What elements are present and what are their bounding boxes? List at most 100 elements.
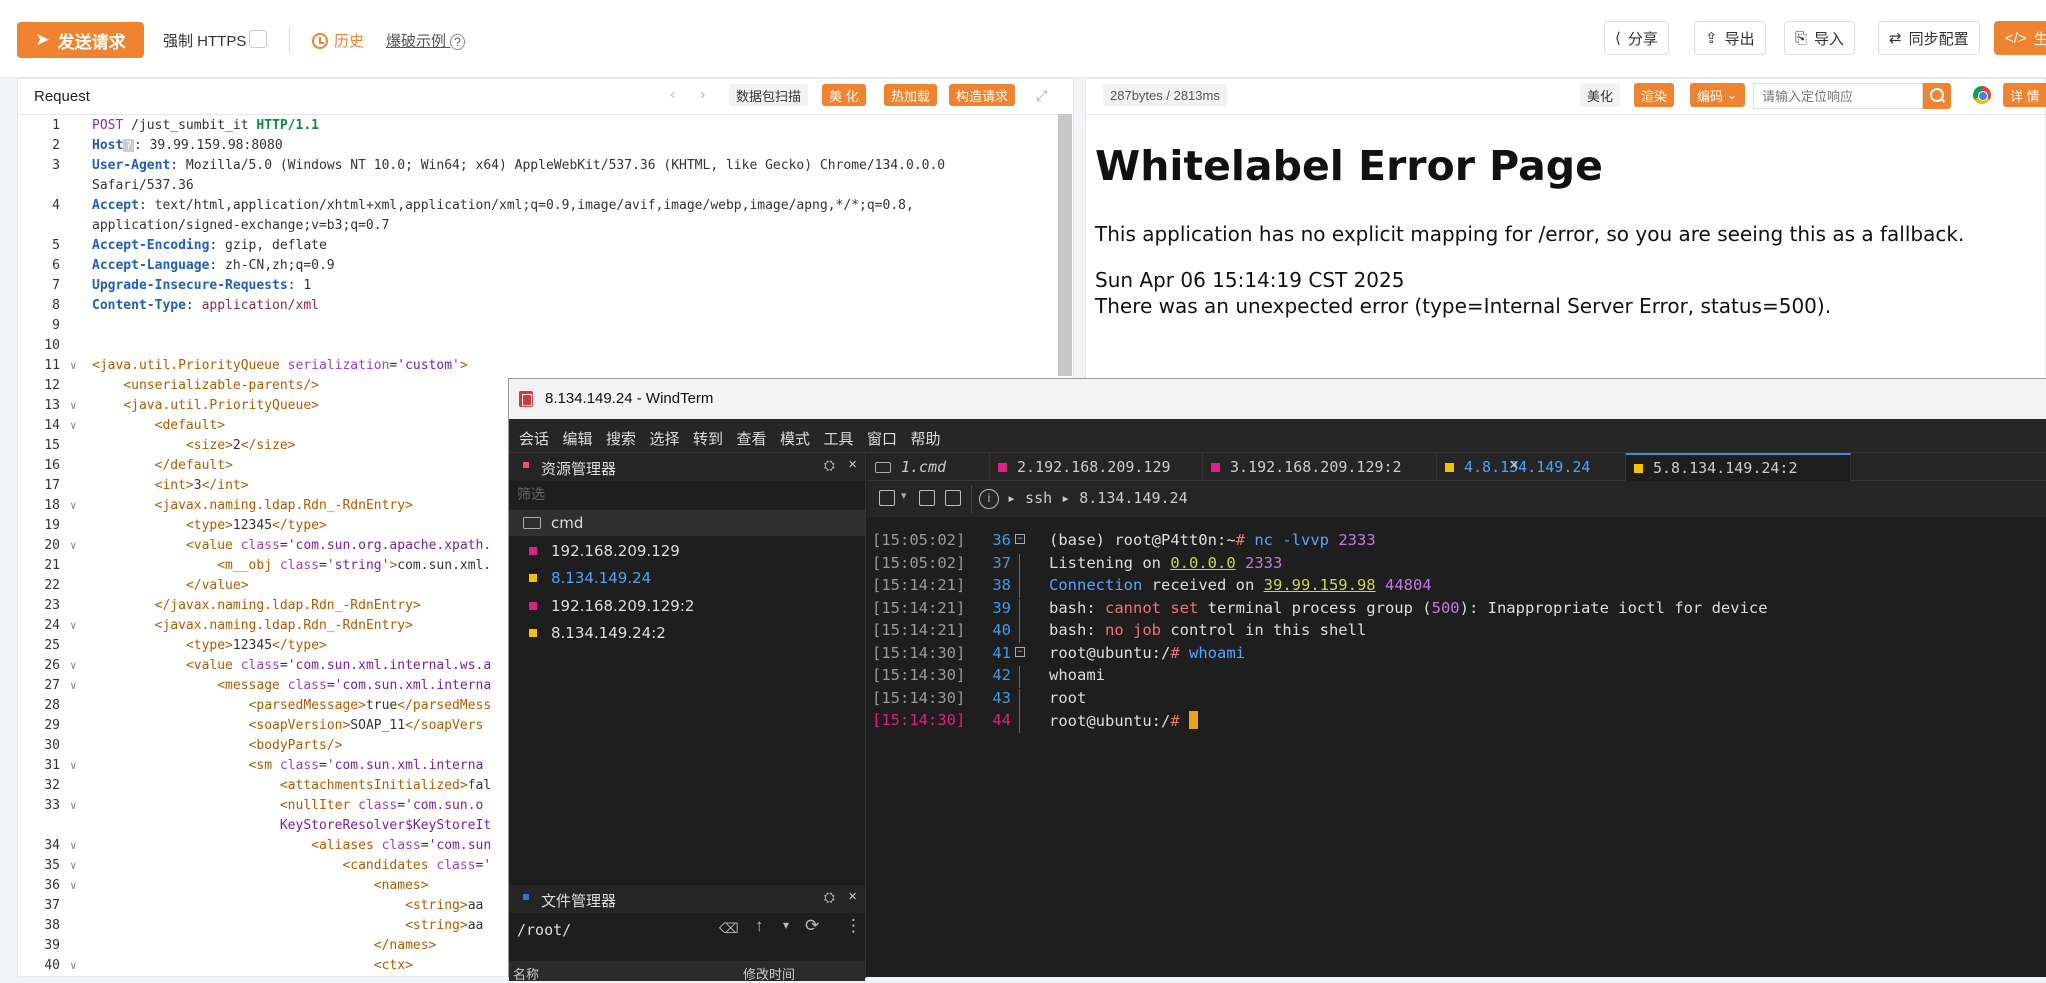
detail-button[interactable]: 详 情 bbox=[2003, 83, 2046, 107]
refresh-icon[interactable]: ⟳ bbox=[805, 916, 819, 936]
beautify-button[interactable]: 美 化 bbox=[822, 84, 866, 106]
fold-toggle-icon[interactable]: ∨ bbox=[70, 879, 77, 892]
session-item[interactable]: 8.134.149.24 bbox=[509, 565, 865, 591]
dropdown-icon[interactable]: ▾ bbox=[783, 918, 789, 932]
send-request-button[interactable]: ➤ 发送请求 bbox=[17, 22, 144, 58]
gear-icon[interactable]: ⛭ bbox=[824, 457, 835, 474]
session-item[interactable]: cmd bbox=[509, 510, 865, 536]
close-tab-icon[interactable]: × bbox=[1509, 455, 1519, 475]
tab-label: 2.192.168.209.129 bbox=[1017, 458, 1171, 476]
code-line: </names> bbox=[373, 938, 437, 953]
session-tab[interactable]: 5.8.134.149.24:2 bbox=[1626, 453, 1851, 481]
menu-item[interactable]: 查看 bbox=[737, 428, 767, 449]
close-session-icon[interactable] bbox=[919, 490, 935, 506]
line-number: 13 bbox=[44, 398, 60, 413]
clear-icon[interactable]: ⌫ bbox=[719, 920, 739, 937]
info-icon[interactable]: i bbox=[979, 489, 999, 509]
fold-toggle-icon[interactable]: ∨ bbox=[70, 759, 77, 772]
import-button[interactable]: ⎘ 导入 bbox=[1784, 21, 1856, 55]
fold-guide bbox=[1019, 553, 1020, 576]
response-beautify-button[interactable]: 美化 bbox=[1580, 83, 1621, 107]
new-session-icon[interactable] bbox=[879, 490, 895, 506]
close-icon[interactable]: × bbox=[848, 888, 857, 905]
dropdown-icon[interactable]: ▾ bbox=[901, 489, 907, 502]
response-search-input[interactable] bbox=[1753, 83, 1923, 109]
help-icon: ? bbox=[450, 34, 465, 50]
history-button[interactable]: 历史 bbox=[312, 30, 364, 51]
menu-item[interactable]: 工具 bbox=[824, 428, 854, 449]
encoding-dropdown[interactable]: 编码 ⌄ bbox=[1690, 83, 1745, 107]
line-number: 40 bbox=[44, 958, 60, 973]
session-tab[interactable]: 1.cmd bbox=[867, 453, 990, 481]
fold-toggle-icon[interactable]: ∨ bbox=[70, 399, 77, 412]
fold-toggle-icon[interactable]: ∨ bbox=[70, 679, 77, 692]
fold-toggle-icon[interactable]: ∨ bbox=[70, 419, 77, 432]
menu-item[interactable]: 搜索 bbox=[606, 428, 636, 449]
fold-toggle-icon[interactable]: ∨ bbox=[70, 859, 77, 872]
generate-button[interactable]: </> 生 bbox=[1994, 21, 2046, 55]
sync-config-button[interactable]: ⇄ 同步配置 bbox=[1878, 21, 1980, 55]
build-request-button[interactable]: 构造请求 bbox=[949, 84, 1016, 106]
hotload-button[interactable]: 热加载 bbox=[884, 84, 938, 106]
fold-toggle-icon[interactable]: − bbox=[1015, 534, 1025, 544]
menu-item[interactable]: 帮助 bbox=[911, 428, 941, 449]
fold-toggle-icon[interactable]: ∨ bbox=[70, 659, 77, 672]
menu-item[interactable]: 选择 bbox=[650, 428, 680, 449]
timestamp: [15:05:02] bbox=[872, 553, 966, 572]
fold-toggle-icon[interactable]: ∨ bbox=[70, 359, 77, 372]
packet-scan-button[interactable]: 数据包扫描 bbox=[729, 84, 809, 106]
session-item[interactable]: 192.168.209.129 bbox=[509, 538, 865, 564]
menu-item[interactable]: 编辑 bbox=[563, 428, 593, 449]
windterm-titlebar[interactable]: 8.134.149.24 - WindTerm bbox=[509, 379, 2046, 419]
export-button[interactable]: ⇪ 导出 bbox=[1694, 21, 1766, 55]
code-line: Content-Type: application/xml bbox=[92, 298, 319, 313]
fold-toggle-icon[interactable]: ∨ bbox=[70, 799, 77, 812]
brute-example-link[interactable]: 爆破示例 ? bbox=[386, 30, 465, 51]
menu-item[interactable]: 模式 bbox=[780, 428, 810, 449]
fold-toggle-icon[interactable]: ∨ bbox=[70, 539, 77, 552]
up-arrow-icon[interactable]: ↑ bbox=[755, 916, 764, 936]
session-filter-input[interactable]: 筛选 bbox=[517, 484, 545, 504]
fold-guide bbox=[1019, 576, 1020, 598]
force-https-checkbox[interactable] bbox=[249, 30, 267, 48]
chrome-icon[interactable] bbox=[1973, 86, 1991, 104]
session-tab[interactable]: 2.192.168.209.129 bbox=[990, 453, 1203, 481]
terminal-output[interactable]: [15:05:02] 36− (base) root@P4tt0n:~# nc -l… bbox=[867, 529, 2046, 977]
session-item[interactable]: 8.134.149.24:2 bbox=[509, 620, 865, 646]
session-item[interactable]: 192.168.209.129:2 bbox=[509, 593, 865, 619]
prev-arrow-icon[interactable]: ‹ bbox=[670, 86, 675, 104]
render-button[interactable]: 渲染 bbox=[1634, 83, 1675, 107]
gear-icon[interactable]: ⛭ bbox=[824, 889, 835, 906]
fullscreen-icon[interactable]: ⤢ bbox=[1036, 87, 1047, 104]
search-icon[interactable] bbox=[1923, 83, 1951, 109]
code-line: <string>aa bbox=[405, 918, 484, 933]
code-line: <value class='com.sun.org.apache.xpath. bbox=[185, 538, 492, 553]
share-button[interactable]: ⟨ 分享 bbox=[1604, 21, 1669, 55]
line-number: 38 bbox=[44, 918, 60, 933]
code-line: <names> bbox=[373, 878, 429, 893]
line-number: 32 bbox=[44, 778, 60, 793]
close-icon[interactable]: × bbox=[848, 456, 857, 473]
fold-toggle-icon[interactable]: ∨ bbox=[70, 839, 77, 852]
request-scrollbar[interactable] bbox=[1058, 114, 1072, 376]
fold-toggle-icon[interactable]: ∨ bbox=[70, 619, 77, 632]
line-number: 10 bbox=[44, 338, 60, 353]
session-tab[interactable]: 3.192.168.209.129:2 bbox=[1203, 453, 1437, 481]
file-manager-path[interactable]: /root/ bbox=[517, 921, 571, 939]
share-icon: ⟨ bbox=[1615, 30, 1621, 47]
fold-toggle-icon[interactable]: ∨ bbox=[70, 959, 77, 972]
session-label: 192.168.209.129 bbox=[551, 541, 680, 560]
menu-item[interactable]: 转到 bbox=[693, 428, 723, 449]
tab-label: 1.cmd bbox=[901, 458, 947, 476]
menu-item[interactable]: 窗口 bbox=[867, 428, 897, 449]
fold-toggle-icon[interactable]: ∨ bbox=[70, 499, 77, 512]
file-manager-header: 文件管理器 ⛭ × bbox=[509, 885, 865, 913]
menu-item[interactable]: 会话 bbox=[519, 428, 549, 449]
code-line: </value> bbox=[185, 578, 249, 593]
session-tab[interactable]: 4.8.134.149.24 bbox=[1437, 453, 1626, 481]
fold-toggle-icon[interactable]: − bbox=[1015, 646, 1025, 657]
line-number: 22 bbox=[44, 578, 60, 593]
more-icon[interactable]: ⋮ bbox=[845, 916, 862, 936]
duplicate-session-icon[interactable] bbox=[945, 490, 961, 506]
next-arrow-icon[interactable]: › bbox=[700, 86, 705, 104]
